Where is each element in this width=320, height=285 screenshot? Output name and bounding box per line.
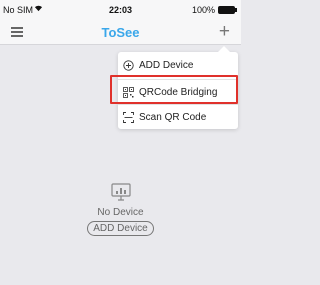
qr-code-icon	[123, 87, 134, 98]
app-title: ToSee	[101, 25, 140, 40]
empty-state: No Device ADD Device	[0, 183, 241, 236]
add-menu-dropdown: ADD Device QRCode Bridging Scan QR Code	[118, 46, 238, 129]
menu-item-qrcode-bridging[interactable]: QRCode Bridging	[118, 79, 238, 104]
menu-item-label: ADD Device	[139, 60, 194, 71]
empty-message: No Device	[97, 207, 144, 218]
menu-item-scan-qr-code[interactable]: Scan QR Code	[118, 104, 238, 129]
nav-bar: ToSee +	[0, 20, 241, 45]
menu-item-label: Scan QR Code	[139, 112, 207, 123]
add-circle-icon	[123, 60, 134, 71]
menu-item-label: QRCode Bridging	[139, 87, 218, 98]
monitor-icon	[110, 183, 131, 201]
menu-item-add-device[interactable]: ADD Device	[118, 53, 238, 78]
plus-icon[interactable]: +	[219, 22, 230, 41]
battery-percent: 100%	[191, 5, 215, 15]
battery-icon	[218, 6, 237, 14]
status-bar: No SIM 22:03 100%	[0, 0, 241, 20]
add-device-button[interactable]: ADD Device	[87, 221, 154, 236]
scan-icon	[123, 112, 134, 123]
